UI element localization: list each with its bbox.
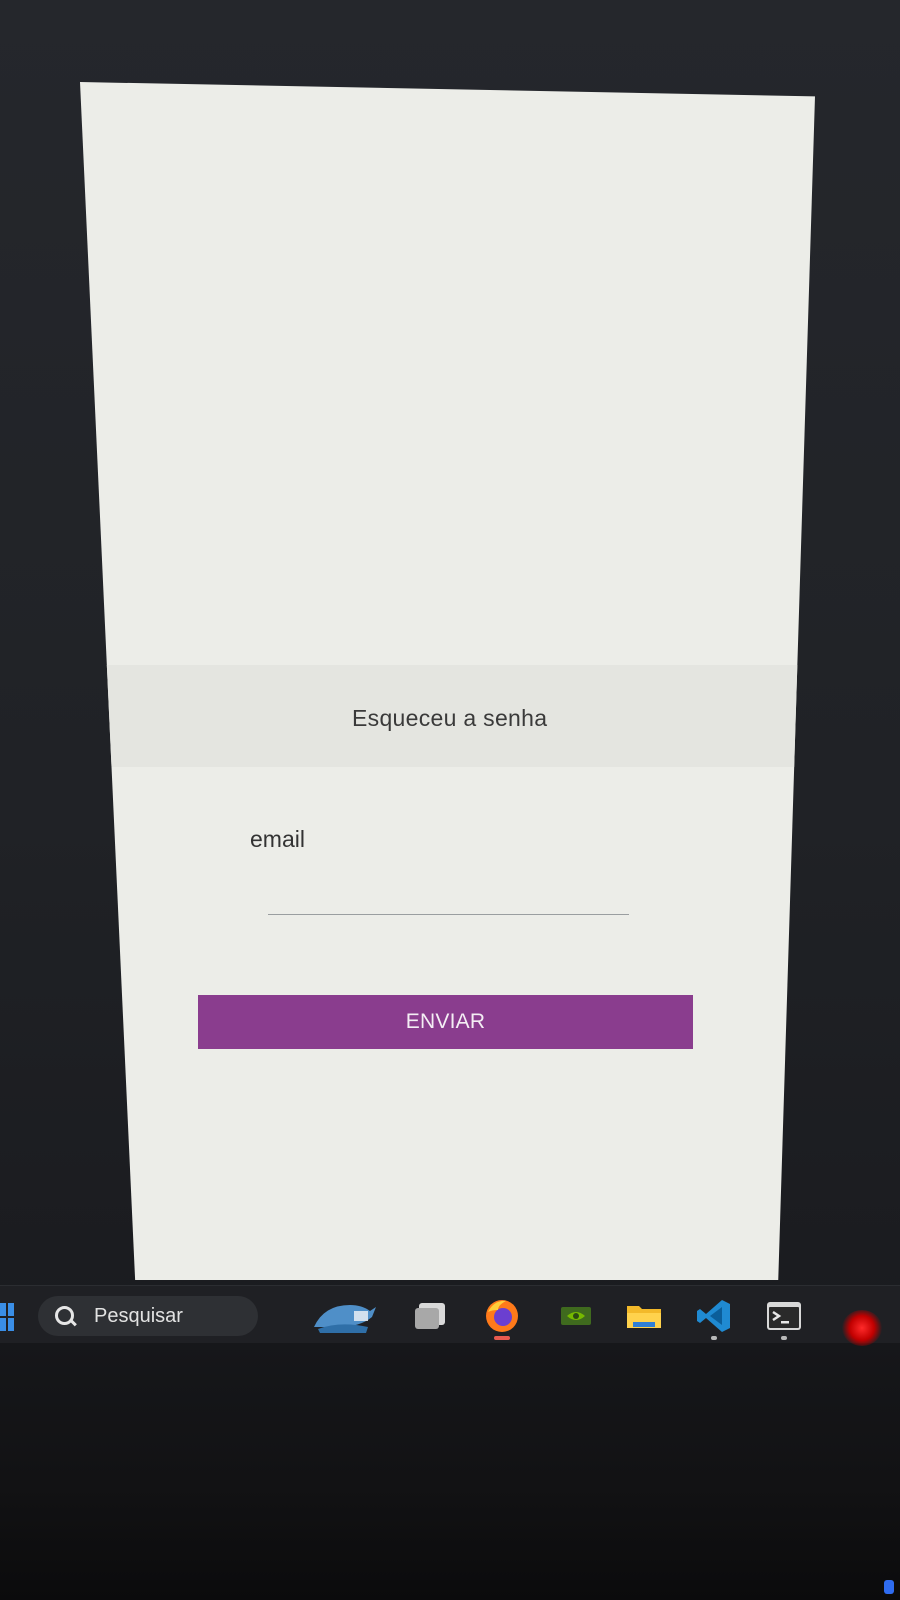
page-title: Esqueceu a senha: [352, 705, 548, 731]
taskbar: Pesquisar: [0, 1285, 900, 1344]
vscode-icon[interactable]: [694, 1296, 734, 1340]
vscode-running-indicator: [711, 1336, 717, 1340]
search-label: Pesquisar: [94, 1304, 183, 1327]
windows-start-icon[interactable]: [0, 1303, 14, 1331]
terminal-icon[interactable]: [764, 1296, 804, 1340]
search-icon: [54, 1305, 76, 1327]
red-led-light: [842, 1310, 882, 1346]
taskbar-search[interactable]: Pesquisar: [38, 1296, 258, 1336]
mysql-workbench-icon[interactable]: [310, 1296, 380, 1336]
nvidia-icon[interactable]: [556, 1296, 596, 1336]
submit-button[interactable]: ENVIAR: [198, 995, 693, 1049]
email-label: email: [250, 826, 305, 852]
firefox-icon[interactable]: [482, 1296, 522, 1340]
forgot-password-window: Esqueceu a senha email ENVIAR: [80, 82, 815, 1280]
app-window-icon[interactable]: [410, 1296, 450, 1336]
terminal-running-indicator: [781, 1336, 787, 1340]
monitor-stand-area: [0, 1343, 900, 1600]
email-input[interactable]: [268, 872, 629, 915]
firefox-running-indicator: [494, 1336, 510, 1340]
file-explorer-icon[interactable]: [624, 1296, 664, 1336]
blue-led-light: [884, 1580, 894, 1594]
